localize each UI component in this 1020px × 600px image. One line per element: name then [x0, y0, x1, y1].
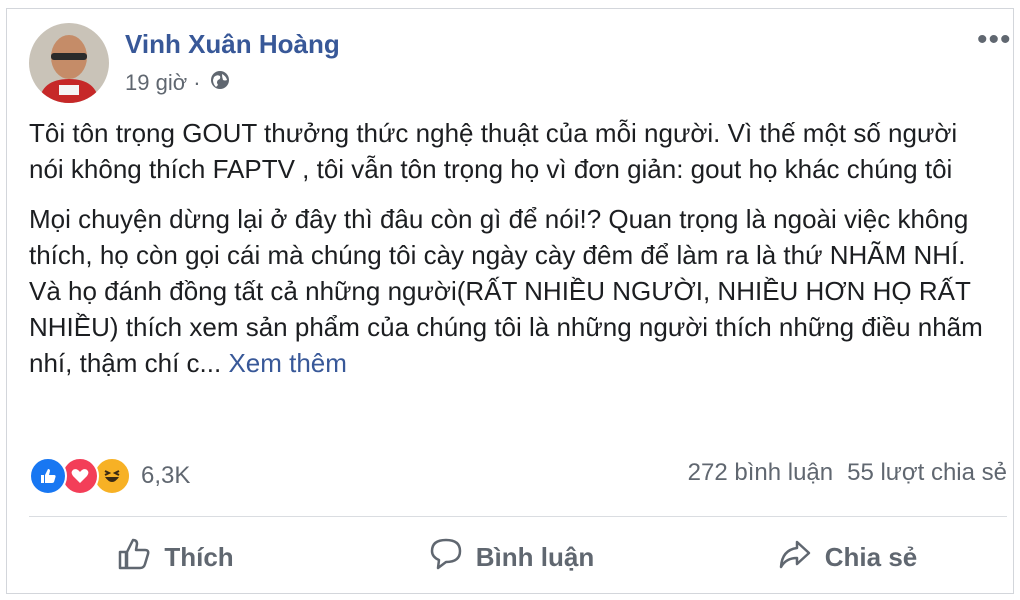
avatar[interactable]: [29, 23, 109, 103]
post-meta: 19 giờ ·: [125, 69, 231, 97]
more-options-icon[interactable]: •••: [977, 23, 1012, 57]
post-paragraph-1: Tôi tôn trọng GOUT thưởng thức nghệ thuậ…: [29, 118, 958, 184]
share-icon: [777, 536, 813, 579]
like-button[interactable]: Thích: [7, 529, 343, 585]
like-label: Thích: [164, 541, 234, 572]
post-time[interactable]: 19 giờ ·: [125, 70, 201, 96]
share-button[interactable]: Chia sẻ: [679, 529, 1015, 585]
reaction-summary[interactable]: 6,3K: [29, 457, 190, 495]
comment-icon: [428, 536, 464, 579]
post-paragraph-2-text: Mọi chuyện dừng lại ở đây thì đâu còn gì…: [29, 204, 983, 378]
post-body: Tôi tôn trọng GOUT thưởng thức nghệ thuậ…: [29, 115, 999, 395]
post-paragraph-2: Mọi chuyện dừng lại ở đây thì đâu còn gì…: [29, 201, 999, 381]
engagement-stats: 272 bình luận 55 lượt chia sẻ: [688, 459, 1007, 487]
share-label: Chia sẻ: [824, 541, 918, 572]
thumbs-up-icon: [116, 536, 152, 579]
comment-button[interactable]: Bình luận: [343, 529, 679, 585]
globe-icon: [209, 69, 231, 97]
comment-label: Bình luận: [475, 541, 595, 572]
see-more-link[interactable]: Xem thêm: [228, 348, 347, 378]
post-actions: Thích Bình luận Chia sẻ: [7, 529, 1015, 585]
like-icon: [29, 457, 67, 495]
reaction-count: 6,3K: [141, 462, 191, 489]
post-card: Vinh Xuân Hoàng 19 giờ · ••• Tôi tôn trọ…: [6, 8, 1014, 594]
author-name[interactable]: Vinh Xuân Hoàng: [125, 29, 340, 60]
comment-count-link[interactable]: 272 bình luận: [688, 459, 833, 487]
share-count-link[interactable]: 55 lượt chia sẻ: [847, 459, 1007, 487]
divider: [29, 516, 1007, 517]
